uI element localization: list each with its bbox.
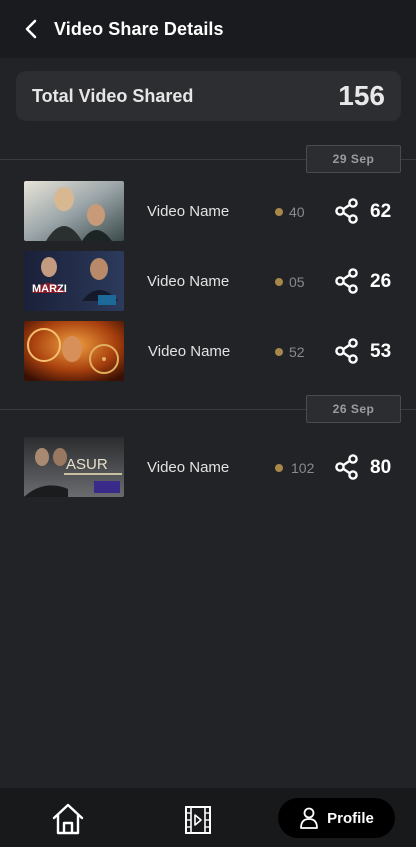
- share-count: 62: [370, 201, 392, 222]
- video-icon[interactable]: [182, 804, 214, 836]
- video-name: Video Name: [147, 203, 230, 220]
- app-header: Video Share Details: [0, 0, 416, 58]
- video-thumbnail: [24, 321, 124, 381]
- bottom-nav: Profile: [0, 788, 416, 847]
- share-icon[interactable]: [334, 338, 360, 364]
- video-thumbnail: [24, 181, 124, 241]
- share-count: 80: [370, 457, 392, 478]
- share-icon[interactable]: [334, 268, 360, 294]
- home-icon[interactable]: [50, 802, 86, 836]
- total-shared-value: 156: [338, 80, 385, 111]
- share-count: 26: [370, 271, 392, 292]
- video-thumbnail: ASUR: [24, 437, 124, 497]
- views-dot: [275, 278, 283, 286]
- video-name: Video Name: [148, 343, 231, 360]
- views-dot: [275, 348, 283, 356]
- views-dot: [275, 464, 283, 472]
- user-icon: [300, 807, 319, 829]
- back-button[interactable]: [16, 14, 46, 44]
- views-count: 52: [289, 344, 305, 360]
- back-arrow-icon: [25, 19, 37, 39]
- page-title: Video Share Details: [54, 18, 224, 39]
- views-count: 102: [291, 460, 315, 476]
- list-item[interactable]: Video Name 40 62: [24, 181, 404, 241]
- views-count: 40: [289, 204, 305, 220]
- views-dot: [275, 208, 283, 216]
- profile-label: Profile: [327, 809, 374, 827]
- profile-tab[interactable]: Profile: [278, 798, 395, 838]
- list-item[interactable]: ASUR Video Name 102 80: [24, 437, 404, 497]
- thumbnail-title: ASUR: [66, 456, 108, 473]
- list-item[interactable]: Video Name 52 53: [24, 321, 404, 381]
- share-count: 53: [370, 341, 392, 362]
- date-chip: 26 Sep: [306, 395, 401, 423]
- total-shared-card: Total Video Shared 156: [16, 71, 401, 121]
- date-chip: 29 Sep: [306, 145, 401, 173]
- total-shared-label: Total Video Shared: [32, 85, 194, 106]
- list-item[interactable]: MARZI Video Name 05 26: [24, 251, 404, 311]
- video-name: Video Name: [147, 459, 230, 476]
- share-icon[interactable]: [334, 198, 360, 224]
- thumbnail-title: MARZI: [32, 283, 67, 295]
- views-count: 05: [289, 274, 305, 290]
- video-thumbnail: MARZI: [24, 251, 124, 311]
- video-name: Video Name: [147, 273, 230, 290]
- share-icon[interactable]: [334, 454, 360, 480]
